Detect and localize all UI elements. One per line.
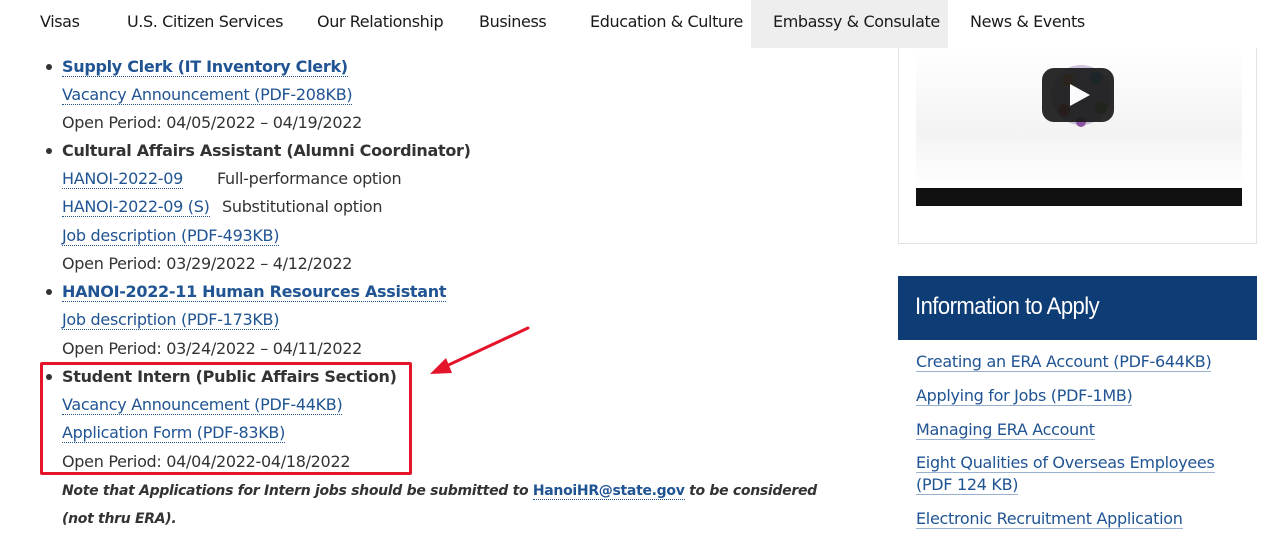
list-bullet xyxy=(46,64,52,70)
nav-news-events[interactable]: News & Events xyxy=(970,0,1085,48)
job-description-link[interactable]: Job description (PDF-173KB) xyxy=(62,310,279,330)
sidebar-link-eight-qualities[interactable]: Eight Qualities of Overseas Employees (P… xyxy=(916,452,1246,496)
job-document: HANOI-2022-09 (S) xyxy=(62,196,210,218)
hanoi-2022-09-link[interactable]: HANOI-2022-09 xyxy=(62,169,183,189)
note-text: Note that Applications for Intern jobs s… xyxy=(62,483,533,499)
job-title: HANOI-2022-11 Human Resources Assistant xyxy=(62,281,447,303)
annotation-highlight-box xyxy=(40,362,412,475)
info-to-apply-title: Information to Apply xyxy=(915,293,1100,320)
job-document: Job description (PDF-493KB) xyxy=(62,225,279,247)
sidebar-link-electronic-recruitment[interactable]: Electronic Recruitment Application xyxy=(916,508,1246,530)
video-card xyxy=(898,48,1257,244)
annotation-arrow-icon xyxy=(430,326,530,374)
sidebar-link-label[interactable]: Eight Qualities of Overseas Employees (P… xyxy=(916,453,1215,495)
sidebar-link-era-account[interactable]: Creating an ERA Account (PDF-644KB) xyxy=(916,351,1246,373)
sidebar-link-applying-jobs[interactable]: Applying for Jobs (PDF-1MB) xyxy=(916,385,1246,407)
sidebar-link-managing-era[interactable]: Managing ERA Account xyxy=(916,419,1246,441)
play-button[interactable] xyxy=(1042,68,1114,122)
sidebar-link-label[interactable]: Managing ERA Account xyxy=(916,420,1095,440)
video-control-bar[interactable] xyxy=(916,188,1242,206)
email-link[interactable]: HanoiHR@state.gov xyxy=(532,483,685,500)
job-document: HANOI-2022-09 xyxy=(62,168,183,190)
play-icon xyxy=(1070,84,1090,106)
open-period: Open Period: 03/29/2022 – 4/12/2022 xyxy=(62,254,353,273)
job-description-link[interactable]: Job description (PDF-493KB) xyxy=(62,226,279,246)
option-label: Substitutional option xyxy=(222,197,383,216)
job-title: Supply Clerk (IT Inventory Clerk) xyxy=(62,56,348,78)
info-to-apply-header: Information to Apply xyxy=(898,276,1257,340)
job-title: Cultural Affairs Assistant (Alumni Coord… xyxy=(62,140,471,162)
sidebar-link-label[interactable]: Applying for Jobs (PDF-1MB) xyxy=(916,386,1133,406)
hanoi-2022-09-s-link[interactable]: HANOI-2022-09 (S) xyxy=(62,197,210,217)
open-period: Open Period: 04/05/2022 – 04/19/2022 xyxy=(62,113,362,132)
open-period: Open Period: 03/24/2022 – 04/11/2022 xyxy=(62,339,362,358)
list-bullet xyxy=(46,289,52,295)
vacancy-announcement-link[interactable]: Vacancy Announcement (PDF-208KB) xyxy=(62,85,353,105)
job-title-link[interactable]: Supply Clerk (IT Inventory Clerk) xyxy=(62,57,348,77)
list-bullet xyxy=(46,148,52,154)
job-title-text: Cultural Affairs Assistant (Alumni Coord… xyxy=(62,141,471,160)
intern-application-note: Note that Applications for Intern jobs s… xyxy=(62,477,822,533)
job-document: Job description (PDF-173KB) xyxy=(62,309,279,331)
video-player[interactable] xyxy=(916,48,1242,188)
job-document: Vacancy Announcement (PDF-208KB) xyxy=(62,84,353,106)
sidebar-link-label[interactable]: Creating an ERA Account (PDF-644KB) xyxy=(916,352,1212,372)
job-title-link[interactable]: HANOI-2022-11 Human Resources Assistant xyxy=(62,282,447,302)
option-label: Full-performance option xyxy=(217,169,402,188)
job-listings: Supply Clerk (IT Inventory Clerk) Vacanc… xyxy=(0,0,880,533)
sidebar-link-label[interactable]: Electronic Recruitment Application xyxy=(916,509,1183,529)
